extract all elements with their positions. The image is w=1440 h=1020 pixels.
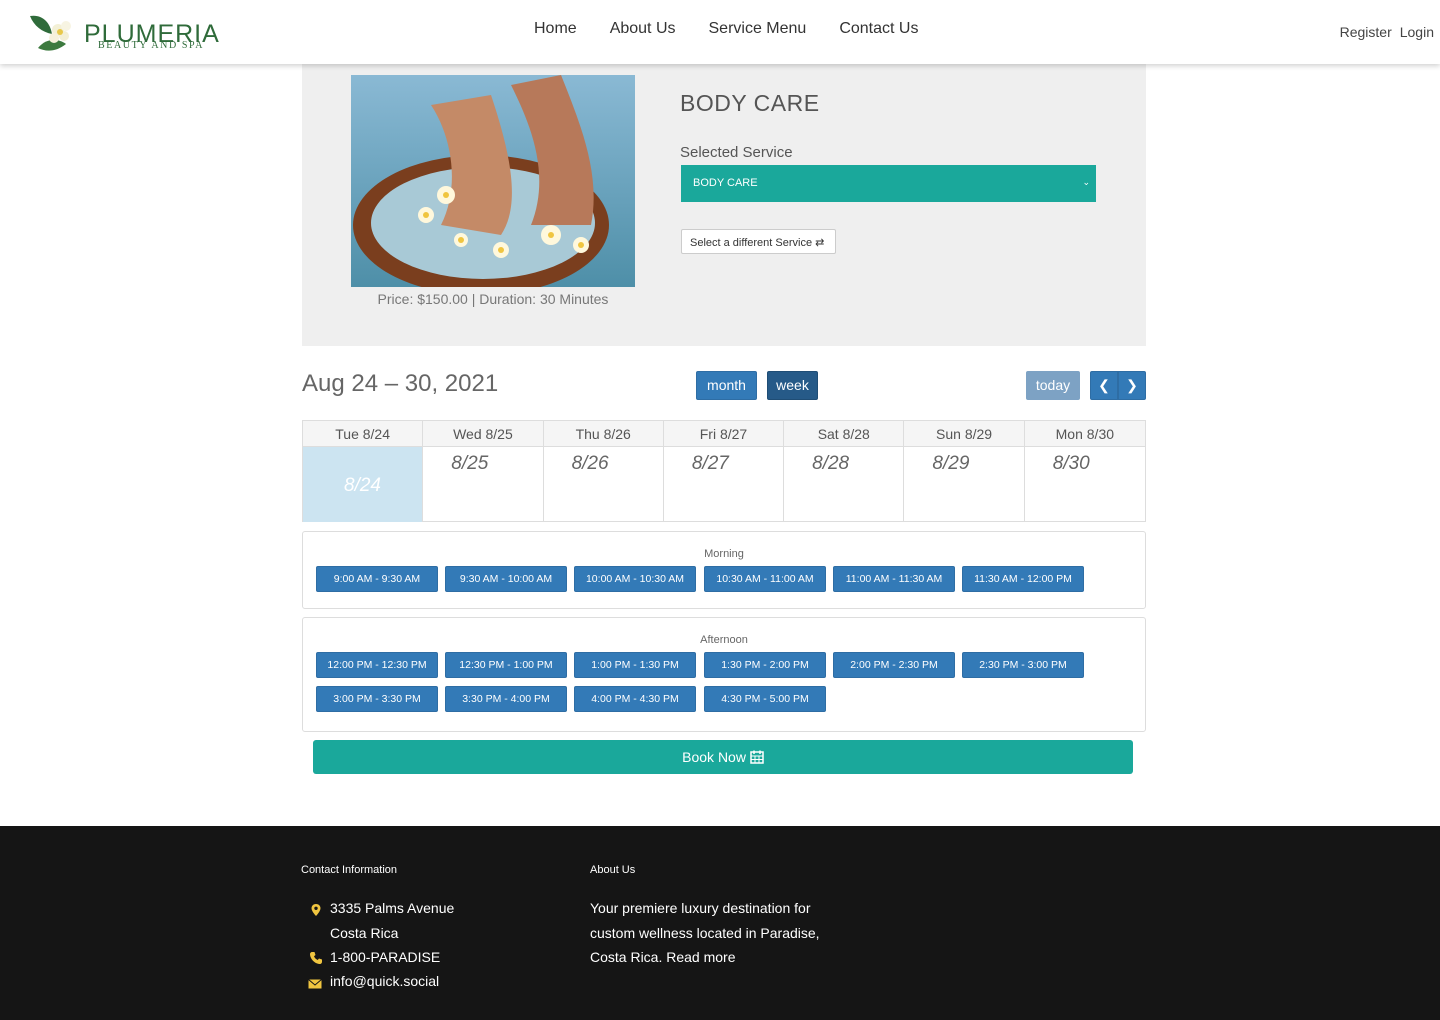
nav-service-menu[interactable]: Service Menu (709, 20, 807, 38)
chevron-right-icon: ❯ (1126, 377, 1138, 393)
brand-logo[interactable]: PLUMERIA BEAUTY AND SPA (28, 8, 228, 56)
nav-about-us[interactable]: About Us (610, 20, 676, 38)
time-slot-button[interactable]: 1:30 PM - 2:00 PM (704, 652, 826, 678)
day-column[interactable]: Wed 8/25 8/25 (423, 421, 544, 522)
day-number: 8/24 (344, 475, 381, 496)
day-header: Mon 8/30 (1024, 421, 1145, 447)
time-slot-button[interactable]: 9:30 AM - 10:00 AM (445, 566, 567, 592)
service-select[interactable]: BODY CARE ⌄ (681, 165, 1096, 202)
brand-tagline: BEAUTY AND SPA (98, 40, 205, 51)
day-column[interactable]: Mon 8/30 8/30 (1024, 421, 1145, 522)
day-cell[interactable]: 8/30 (1025, 447, 1145, 522)
day-number: 8/29 (932, 453, 970, 474)
exchange-icon: ⇄ (815, 237, 825, 249)
day-cell[interactable]: 8/26 (544, 447, 663, 522)
today-button[interactable]: today (1026, 371, 1080, 400)
service-image (351, 75, 635, 287)
chevron-left-icon: ❮ (1098, 377, 1110, 393)
email-address[interactable]: info@quick.social (330, 973, 439, 989)
time-slot-button[interactable]: 3:00 PM - 3:30 PM (316, 686, 438, 712)
about-text-line: Your premiere luxury destination for (590, 900, 811, 916)
calendar-range-title: Aug 24 – 30, 2021 (302, 370, 499, 397)
day-column[interactable]: Sat 8/28 8/28 (784, 421, 905, 522)
time-slot-button[interactable]: 4:00 PM - 4:30 PM (574, 686, 696, 712)
address-line-1: 3335 Palms Avenue (330, 900, 455, 916)
select-different-service-button[interactable]: Select a different Service ⇄ (681, 229, 836, 254)
select-different-service-label: Select a different Service (690, 237, 813, 249)
day-cell[interactable]: 8/25 (423, 447, 542, 522)
day-header: Fri 8/27 (663, 421, 784, 447)
nav-contact-us[interactable]: Contact Us (839, 20, 918, 38)
time-slot-button[interactable]: 11:30 AM - 12:00 PM (962, 566, 1084, 592)
day-column[interactable]: Sun 8/29 8/29 (904, 421, 1025, 522)
service-select-value: BODY CARE (693, 177, 758, 189)
envelope-icon (308, 979, 322, 989)
day-header: Sun 8/29 (904, 421, 1024, 447)
day-number: 8/30 (1052, 453, 1090, 474)
main-nav: Home About Us Service Menu Contact Us (534, 20, 951, 38)
day-header: Tue 8/24 (303, 421, 423, 447)
day-cell[interactable]: 8/28 (784, 447, 903, 522)
day-header: Thu 8/26 (543, 421, 663, 447)
prev-week-button[interactable]: ❮ (1090, 371, 1118, 400)
day-header: Wed 8/25 (423, 421, 543, 447)
afternoon-slots: Afternoon 12:00 PM - 12:30 PM 12:30 PM -… (302, 617, 1146, 732)
day-header: Sat 8/28 (784, 421, 904, 447)
contact-heading: Contact Information (301, 864, 397, 876)
foot-bath-image (351, 75, 635, 287)
time-slot-button[interactable]: 4:30 PM - 5:00 PM (704, 686, 826, 712)
price-duration: Price: $150.00 | Duration: 30 Minutes (377, 291, 609, 307)
about-text-line[interactable]: Costa Rica. Read more (590, 949, 736, 965)
time-slot-button[interactable]: 3:30 PM - 4:00 PM (445, 686, 567, 712)
morning-title: Morning (704, 548, 744, 560)
afternoon-title: Afternoon (700, 634, 748, 646)
login-link[interactable]: Login (1400, 24, 1434, 40)
morning-slots: Morning 9:00 AM - 9:30 AM 9:30 AM - 10:0… (302, 531, 1146, 609)
time-slot-button[interactable]: 1:00 PM - 1:30 PM (574, 652, 696, 678)
site-footer: Contact Information 3335 Palms Avenue Co… (0, 826, 1440, 1020)
book-now-label: Book Now (682, 749, 746, 765)
next-week-button[interactable]: ❯ (1118, 371, 1146, 400)
day-cell[interactable]: 8/29 (904, 447, 1023, 522)
day-column[interactable]: Thu 8/26 8/26 (543, 421, 664, 522)
week-view-button[interactable]: week (767, 371, 818, 400)
phone-icon (310, 952, 322, 964)
nav-home[interactable]: Home (534, 20, 577, 38)
register-link[interactable]: Register (1340, 24, 1392, 40)
selected-service-label: Selected Service (680, 144, 793, 161)
calendar-icon (750, 750, 764, 764)
site-header: PLUMERIA BEAUTY AND SPA Home About Us Se… (0, 0, 1440, 64)
time-slot-button[interactable]: 12:00 PM - 12:30 PM (316, 652, 438, 678)
day-number: 8/28 (812, 453, 850, 474)
phone-number[interactable]: 1-800-PARADISE (330, 949, 440, 965)
map-pin-icon (311, 904, 321, 916)
address-line-2: Costa Rica (330, 925, 399, 941)
day-number: 8/25 (451, 453, 489, 474)
time-slot-button[interactable]: 11:00 AM - 11:30 AM (833, 566, 955, 592)
month-view-button[interactable]: month (696, 371, 757, 400)
day-number: 8/26 (571, 453, 609, 474)
week-grid: Tue 8/24 8/24 Wed 8/25 8/25 Thu 8/26 8/2… (302, 420, 1146, 522)
service-title: BODY CARE (680, 90, 820, 116)
time-slot-button[interactable]: 10:00 AM - 10:30 AM (574, 566, 696, 592)
auth-links: Register Login (1340, 24, 1434, 40)
about-text-line: custom wellness located in Paradise, (590, 925, 820, 941)
chevron-down-icon: ⌄ (1082, 177, 1090, 187)
book-now-button[interactable]: Book Now (313, 740, 1133, 774)
day-column[interactable]: Fri 8/27 8/27 (663, 421, 785, 522)
service-panel: Price: $150.00 | Duration: 30 Minutes BO… (302, 64, 1146, 346)
day-cell[interactable]: 8/27 (664, 447, 783, 522)
day-cell[interactable]: 8/24 (303, 447, 423, 522)
time-slot-button[interactable]: 12:30 PM - 1:00 PM (445, 652, 567, 678)
day-number: 8/27 (691, 453, 729, 474)
about-heading: About Us (590, 864, 636, 876)
plumeria-flower-icon (30, 15, 71, 51)
time-slot-button[interactable]: 10:30 AM - 11:00 AM (704, 566, 826, 592)
time-slot-button[interactable]: 9:00 AM - 9:30 AM (316, 566, 438, 592)
time-slot-button[interactable]: 2:00 PM - 2:30 PM (833, 652, 955, 678)
time-slot-button[interactable]: 2:30 PM - 3:00 PM (962, 652, 1084, 678)
day-column[interactable]: Tue 8/24 8/24 (303, 421, 424, 522)
